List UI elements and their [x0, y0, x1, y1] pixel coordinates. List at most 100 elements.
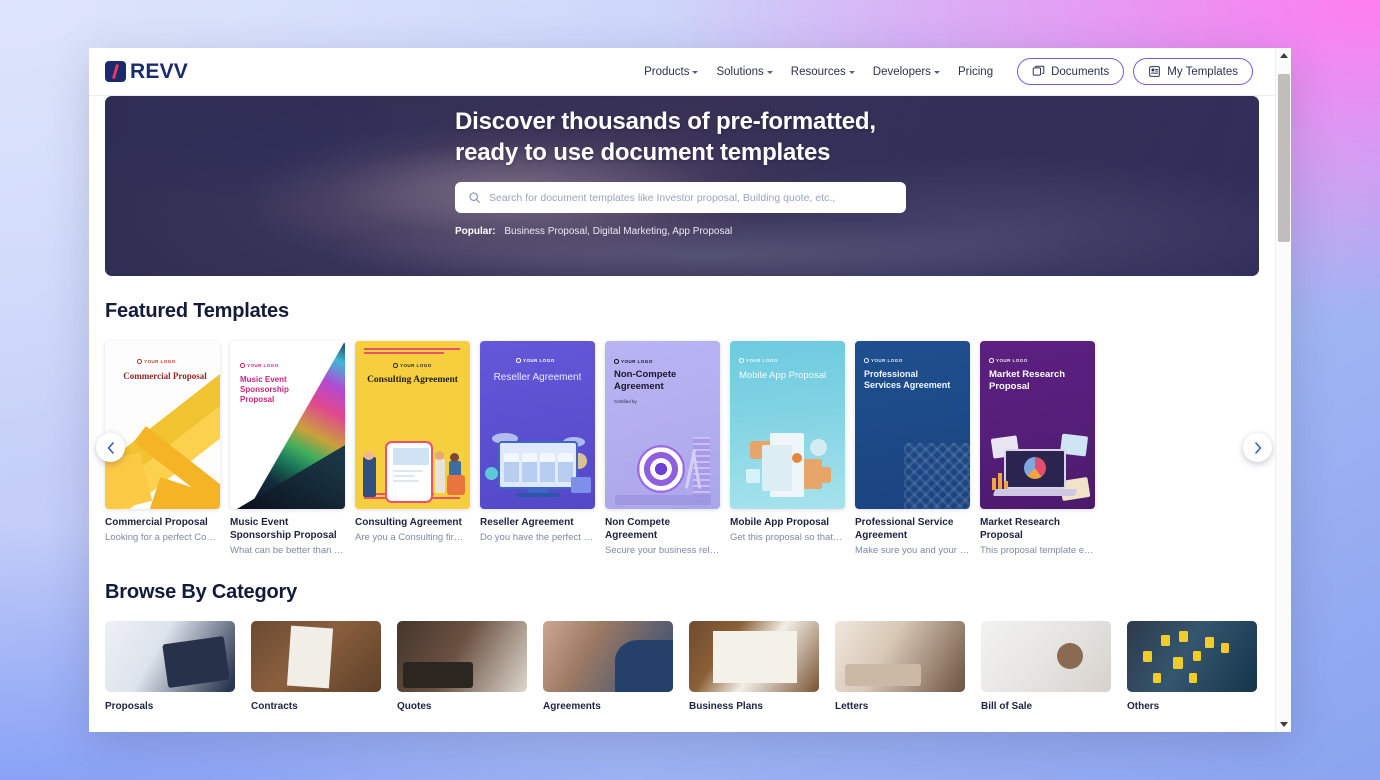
category-thumbnail: [105, 620, 235, 692]
template-card[interactable]: YOUR LOGO Music Event Sponsorship Propos…: [230, 341, 345, 557]
category-label: Contracts: [251, 700, 298, 712]
category-item-others[interactable]: Others: [1127, 620, 1257, 712]
chevron-down-icon: [848, 71, 855, 74]
thumb-logo: YOUR LOGO: [864, 358, 903, 363]
templates-icon: [1149, 66, 1161, 77]
my-templates-button[interactable]: My Templates: [1133, 58, 1253, 85]
documents-button-label: Documents: [1051, 65, 1110, 78]
category-label: Quotes: [397, 700, 432, 712]
template-thumbnail: YOUR LOGO Reseller Agreement: [480, 341, 595, 509]
category-thumbnail: [689, 620, 819, 692]
template-card[interactable]: YOUR LOGO Reseller Agreement Reseller Ag…: [480, 341, 595, 557]
chevron-left-icon: [107, 441, 114, 454]
category-item-agreements[interactable]: Agreements: [543, 620, 673, 712]
thumb-logo: YOUR LOGO: [516, 358, 555, 363]
featured-cards: YOUR LOGO Commercial Proposal Commercial…: [89, 341, 1275, 557]
popular-items[interactable]: Business Proposal, Digital Marketing, Ap…: [504, 226, 732, 237]
scrollbar-thumb[interactable]: [1278, 74, 1290, 242]
thumb-certified-by: Certified by: [614, 399, 637, 404]
category-thumbnail: [1127, 620, 1257, 692]
template-card-desc: Are you a Consulting firm lo...: [355, 531, 470, 543]
category-label: Bill of Sale: [981, 700, 1033, 712]
category-item-business-plans[interactable]: Business Plans: [689, 620, 819, 712]
template-card-name: Commercial Proposal: [105, 517, 208, 528]
browser-window: REVV Products Solutions Resources Develo…: [89, 48, 1291, 732]
template-card-name: Mobile App Proposal: [730, 517, 830, 528]
template-card[interactable]: YOUR LOGO Professional Services Agreemen…: [855, 341, 970, 557]
chevron-down-icon: [933, 71, 940, 74]
category-list: Proposals Contracts Quotes Agreements Bu…: [89, 620, 1275, 712]
template-thumbnail: YOUR LOGO Music Event Sponsorship Propos…: [230, 341, 345, 509]
thumb-title: Professional Services Agreement: [864, 369, 951, 390]
featured-carousel: YOUR LOGO Commercial Proposal Commercial…: [89, 341, 1275, 557]
site-header: REVV Products Solutions Resources Develo…: [89, 48, 1275, 96]
template-thumbnail: YOUR LOGO Commercial Proposal: [105, 341, 220, 509]
category-item-letters[interactable]: Letters: [835, 620, 965, 712]
template-thumbnail: YOUR LOGO Market Research Proposal: [980, 341, 1095, 509]
revv-logo-text: REVV: [130, 59, 188, 83]
nav-link-developers[interactable]: Developers: [873, 66, 940, 78]
template-card[interactable]: YOUR LOGO Consulting Agreement Consultin…: [355, 341, 470, 557]
template-search-box[interactable]: Search for document templates like Inves…: [455, 182, 906, 214]
hero-title-line-1: Discover thousands of pre-formatted,: [455, 108, 876, 135]
carousel-next-button[interactable]: [1243, 433, 1272, 462]
template-card[interactable]: YOUR LOGO Mobile App Proposal Mobile App…: [730, 341, 845, 557]
template-card-name: Non Compete Agreement: [605, 517, 670, 541]
template-thumbnail: YOUR LOGO Mobile App Proposal: [730, 341, 845, 509]
thumb-title: Consulting Agreement: [367, 375, 458, 385]
hero-content: Discover thousands of pre-formatted, rea…: [105, 96, 1259, 237]
hero-title: Discover thousands of pre-formatted, rea…: [455, 107, 1259, 168]
category-item-proposals[interactable]: Proposals: [105, 620, 235, 712]
scroll-down-button[interactable]: [1276, 717, 1291, 732]
page-viewport: REVV Products Solutions Resources Develo…: [89, 48, 1275, 732]
browse-by-category-title: Browse By Category: [105, 580, 298, 603]
nav-link-solutions[interactable]: Solutions: [716, 66, 773, 78]
nav-link-products[interactable]: Products: [644, 66, 699, 78]
my-templates-button-label: My Templates: [1167, 65, 1238, 78]
scroll-up-button[interactable]: [1276, 48, 1291, 63]
category-item-contracts[interactable]: Contracts: [251, 620, 381, 712]
thumb-logo: YOUR LOGO: [989, 358, 1028, 363]
carousel-prev-button[interactable]: [96, 433, 125, 462]
template-card-name: Professional Service Agreement: [855, 517, 954, 541]
template-card-desc: Get this proposal so that yo...: [730, 531, 845, 543]
nav-link-pricing[interactable]: Pricing: [958, 66, 993, 78]
category-item-bill-of-sale[interactable]: Bill of Sale: [981, 620, 1111, 712]
triangle-down-icon: [1280, 722, 1288, 727]
category-thumbnail: [543, 620, 673, 692]
thumb-logo: YOUR LOGO: [614, 359, 653, 364]
thumb-title: Market Research Proposal: [989, 369, 1066, 392]
search-input-placeholder: Search for document templates like Inves…: [489, 191, 836, 204]
revv-logo[interactable]: REVV: [105, 60, 188, 84]
hero-banner: Discover thousands of pre-formatted, rea…: [105, 96, 1259, 276]
template-card-name: Reseller Agreement: [480, 517, 574, 528]
documents-button[interactable]: Documents: [1017, 58, 1125, 85]
template-card-desc: Looking for a perfect Comm...: [105, 531, 220, 543]
category-thumbnail: [251, 620, 381, 692]
popular-searches: Popular: Business Proposal, Digital Mark…: [455, 226, 1259, 237]
nav-link-resources[interactable]: Resources: [791, 66, 855, 78]
template-card[interactable]: YOUR LOGO Non-Compete Agreement Certifie…: [605, 341, 720, 557]
main-nav: Products Solutions Resources Developers …: [644, 58, 1253, 85]
thumb-title: Mobile App Proposal: [739, 370, 827, 381]
category-thumbnail: [981, 620, 1111, 692]
thumb-title: Music Event Sponsorship Proposal: [240, 375, 289, 404]
thumb-logo: YOUR LOGO: [393, 363, 432, 368]
template-card-name: Market Research Proposal: [980, 517, 1061, 541]
category-label: Others: [1127, 700, 1160, 712]
popular-label: Popular:: [455, 226, 496, 238]
thumb-title: Reseller Agreement: [493, 372, 582, 383]
template-card-desc: Secure your business relati...: [605, 544, 720, 556]
template-card-name: Music Event Sponsorship Proposal: [230, 517, 337, 541]
category-label: Letters: [835, 700, 869, 712]
chevron-down-icon: [766, 71, 773, 74]
page-scrollbar[interactable]: [1275, 48, 1291, 732]
template-card-desc: Do you have the perfect res...: [480, 531, 595, 543]
documents-icon: [1032, 65, 1045, 76]
thumb-title: Non-Compete Agreement: [614, 369, 677, 392]
thumb-logo: YOUR LOGO: [137, 359, 176, 364]
header-action-buttons: Documents My Templates: [1017, 58, 1253, 85]
template-card[interactable]: YOUR LOGO Market Research Proposal Marke…: [980, 341, 1095, 557]
hero-title-line-2: ready to use document templates: [455, 138, 831, 166]
category-item-quotes[interactable]: Quotes: [397, 620, 527, 712]
